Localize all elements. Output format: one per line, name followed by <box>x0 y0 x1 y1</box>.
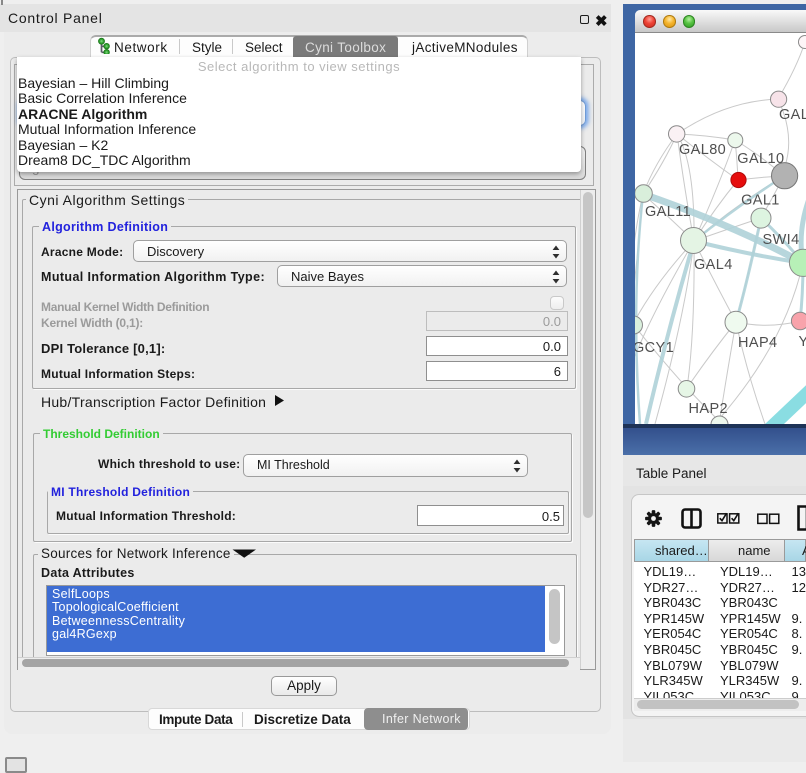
svg-text:GAL1: GAL1 <box>741 193 780 209</box>
svg-text:GAL10: GAL10 <box>737 151 784 167</box>
svg-text:GCY1: GCY1 <box>635 340 674 356</box>
svg-text:Y: Y <box>799 334 806 350</box>
svg-text:GAL4: GAL4 <box>694 257 733 273</box>
svg-text:GAL: GAL <box>779 107 806 123</box>
svg-text:SWI4: SWI4 <box>763 232 800 248</box>
svg-text:GAL80: GAL80 <box>679 142 726 158</box>
svg-text:GAL11: GAL11 <box>645 204 691 220</box>
svg-text:HAP2: HAP2 <box>689 401 728 417</box>
svg-text:HAP4: HAP4 <box>738 335 777 351</box>
